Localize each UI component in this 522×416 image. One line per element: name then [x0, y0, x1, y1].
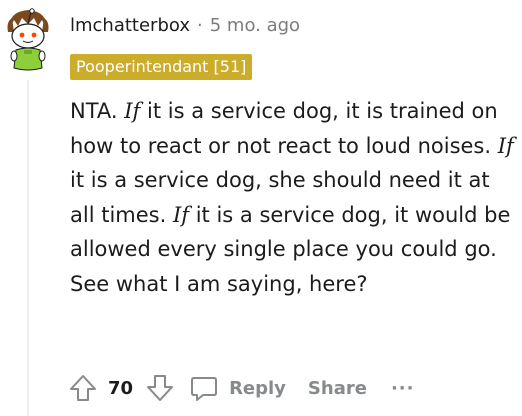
- comment-age[interactable]: 5 mo. ago: [210, 15, 300, 36]
- comment-author[interactable]: lmchatterbox: [70, 15, 190, 36]
- upvote-arrow-icon: [70, 375, 96, 401]
- upvote-button[interactable]: [66, 371, 100, 405]
- more-options-button[interactable]: ···: [391, 378, 415, 399]
- comment-body: NTA. If it is a service dog, it is train…: [70, 94, 518, 301]
- header-separator: ·: [197, 14, 203, 36]
- body-emphasis-1: If: [124, 99, 141, 123]
- downvote-button[interactable]: [143, 371, 177, 405]
- share-button[interactable]: Share: [308, 378, 367, 399]
- comment-header: lmchatterbox · 5 mo. ago: [70, 10, 300, 40]
- share-label: Share: [307, 377, 367, 399]
- body-emphasis-2: If: [497, 133, 514, 158]
- speech-bubble-icon: [191, 377, 218, 401]
- vote-count: 70: [108, 377, 134, 399]
- thread-line[interactable]: [27, 80, 29, 416]
- user-avatar[interactable]: [4, 6, 52, 72]
- downvote-arrow-icon: [147, 375, 174, 401]
- body-emphasis-3: If: [172, 202, 190, 227]
- comment-actions: 70 Reply Share ···: [66, 368, 414, 408]
- body-text-1: NTA.: [70, 99, 125, 123]
- reply-label: Reply: [229, 377, 286, 399]
- user-flair: Pooperintendant [51]: [70, 54, 253, 80]
- reply-button[interactable]: Reply: [187, 371, 286, 405]
